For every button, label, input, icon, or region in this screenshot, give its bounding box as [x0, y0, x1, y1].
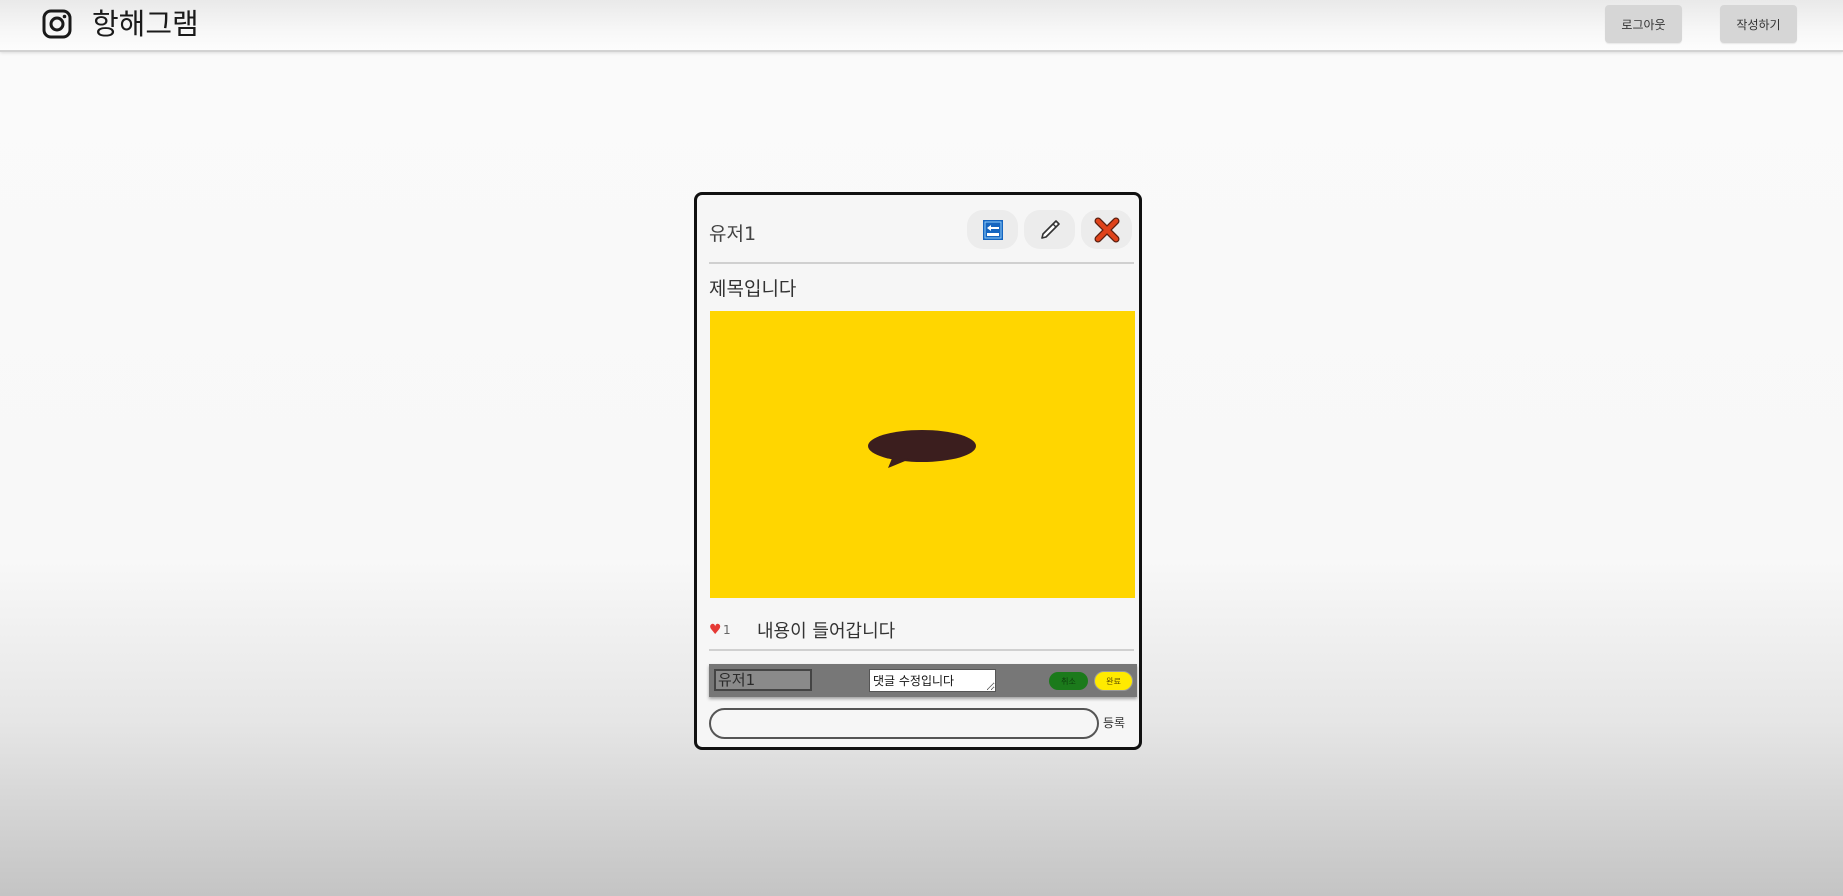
- comment-author: 유저1: [714, 669, 812, 691]
- comment-submit-button[interactable]: 등록: [1103, 714, 1125, 731]
- close-icon: [1094, 217, 1119, 242]
- edit-button[interactable]: [1024, 210, 1075, 249]
- divider: [709, 649, 1134, 651]
- post-title: 제목입니다: [709, 278, 797, 300]
- brand-title[interactable]: 항해그램: [92, 6, 199, 42]
- post-detail-card: 유저1 제목입니다 ♥ 1 내용이 들어갑니다 유저1 댓글 수정입니다 취소 …: [694, 192, 1142, 750]
- top-navbar: 항해그램 로그아웃 작성하기: [0, 0, 1843, 52]
- logout-button[interactable]: 로그아웃: [1605, 5, 1682, 43]
- comment-item: 유저1 댓글 수정입니다 취소 완료: [709, 664, 1137, 697]
- back-button[interactable]: [967, 210, 1018, 249]
- post-content: 내용이 들어갑니다: [757, 621, 896, 642]
- post-author: 유저1: [709, 223, 757, 245]
- like-count: 1: [723, 623, 731, 637]
- comment-cancel-button[interactable]: 취소: [1049, 672, 1088, 690]
- comment-edit-field[interactable]: 댓글 수정입니다: [869, 669, 996, 692]
- heart-icon[interactable]: ♥: [709, 623, 722, 637]
- comment-done-button[interactable]: 완료: [1094, 671, 1133, 691]
- comment-input[interactable]: [709, 708, 1099, 739]
- divider: [709, 262, 1134, 264]
- instagram-icon[interactable]: [42, 9, 72, 39]
- pencil-icon: [1040, 219, 1060, 239]
- delete-button[interactable]: [1081, 210, 1132, 249]
- write-post-button[interactable]: 작성하기: [1720, 5, 1797, 43]
- back-icon: [982, 219, 1003, 240]
- post-image: [710, 311, 1135, 598]
- speech-bubble-icon: [868, 430, 976, 468]
